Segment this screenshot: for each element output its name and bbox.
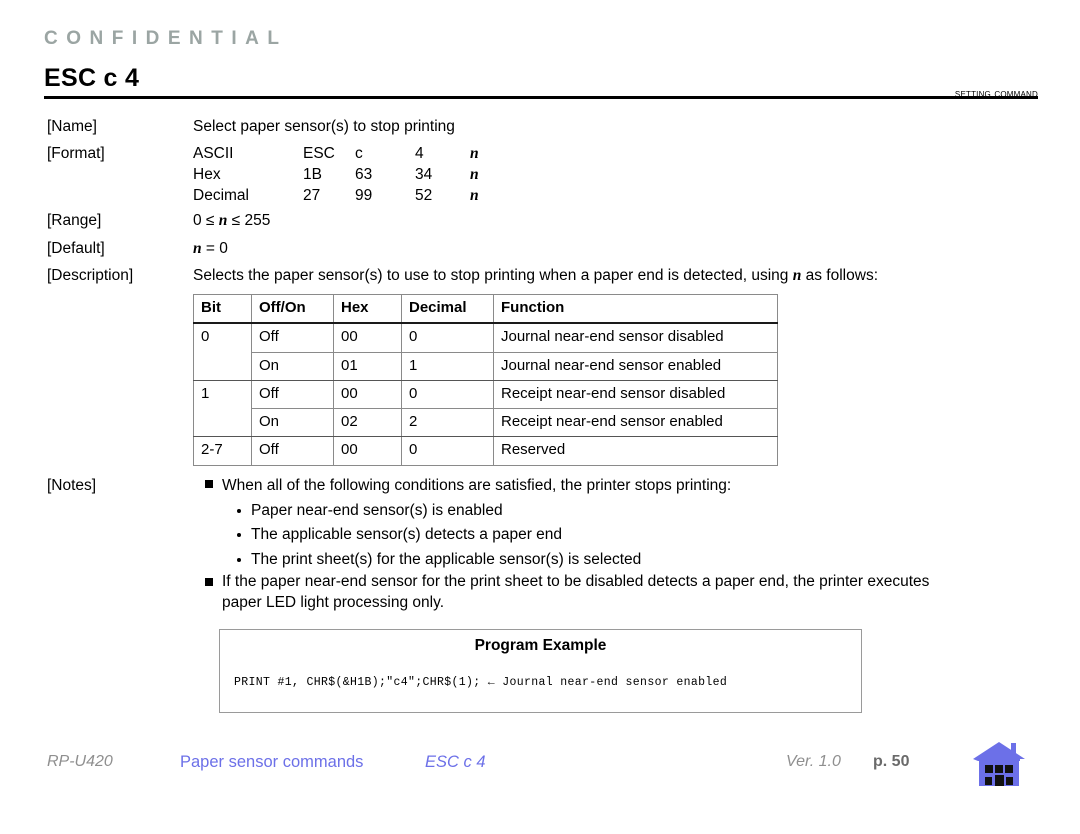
dot-bullet-icon: [237, 509, 241, 513]
header-divider: [44, 96, 1038, 99]
cell-hex: 02: [333, 407, 402, 438]
format-hex-b1: 1B: [303, 166, 322, 183]
format-row-ascii: ASCII ESC c 4 n: [193, 145, 479, 163]
cell-bit: [193, 408, 252, 438]
format-decimal-b3: 52: [415, 187, 433, 204]
cell-function: Receipt near-end sensor enabled: [493, 407, 778, 438]
footer-page-number: p. 50: [873, 753, 910, 770]
format-label: [Format]: [47, 145, 105, 162]
description-text-pre: Selects the paper sensor(s) to use to st…: [193, 267, 793, 284]
note-subitem-3: The print sheet(s) for the applicable se…: [251, 551, 642, 568]
table-header-row: Bit Off/On Hex Decimal Function: [193, 294, 778, 325]
page-title: ESC c 4: [44, 64, 139, 93]
cell-decimal: 0: [401, 379, 494, 410]
description-label: [Description]: [47, 267, 134, 284]
home-icon[interactable]: [972, 740, 1028, 790]
cell-decimal: 2: [401, 407, 494, 438]
dot-bullet-icon: [237, 533, 241, 537]
cell-offon: On: [251, 351, 334, 381]
note-subitem-2: The applicable sensor(s) detects a paper…: [251, 526, 563, 543]
format-ascii-b3: 4: [415, 145, 424, 162]
cell-hex: 00: [333, 322, 402, 353]
format-hex-b2: 63: [355, 166, 373, 183]
cell-function: Journal near-end sensor disabled: [493, 322, 778, 353]
table-row: On 01 1 Journal near-end sensor enabled: [193, 351, 778, 381]
format-decimal-b4: n: [470, 187, 479, 204]
column-header-offon: Off/On: [251, 294, 334, 325]
format-ascii-b4: n: [470, 145, 479, 162]
format-type-decimal: Decimal: [193, 187, 249, 204]
section-category-label: SETTING COMMAND: [954, 88, 1038, 100]
square-bullet-icon: [205, 578, 213, 586]
cell-offon: Off: [251, 379, 334, 410]
bit-definition-table: Bit Off/On Hex Decimal Function 0 Off 00…: [193, 294, 778, 466]
table-row: 2-7 Off 00 0 Reserved: [193, 436, 778, 466]
cell-bit: 0: [193, 322, 252, 352]
default-variable: n: [193, 240, 202, 257]
cell-hex: 00: [333, 379, 402, 410]
program-example-code: PRINT #1, CHR$(&H1B);"c4";CHR$(1); ← Jou…: [234, 676, 728, 689]
column-header-function: Function: [493, 294, 778, 325]
default-value: n = 0: [193, 240, 228, 258]
table-row: On 02 2 Receipt near-end sensor enabled: [193, 407, 778, 438]
format-row-decimal: Decimal 27 99 52 n: [193, 187, 479, 205]
footer-command-link[interactable]: ESC c 4: [425, 753, 486, 772]
footer-version: Ver. 1.0: [786, 753, 841, 770]
default-suffix: = 0: [201, 240, 228, 257]
dot-bullet-icon: [237, 558, 241, 562]
column-header-hex: Hex: [333, 294, 402, 325]
note-item-2-line2: paper LED light processing only.: [222, 594, 445, 611]
range-suffix: ≤ 255: [227, 212, 271, 229]
format-hex-b4: n: [470, 166, 479, 183]
cell-bit: 2-7: [193, 436, 252, 466]
cell-decimal: 1: [401, 351, 494, 381]
format-type-hex: Hex: [193, 166, 221, 183]
format-ascii-b2: c: [355, 145, 363, 162]
format-decimal-b1: 27: [303, 187, 321, 204]
cell-offon: On: [251, 407, 334, 438]
cell-function: Reserved: [493, 436, 778, 466]
notes-label: [Notes]: [47, 477, 97, 494]
program-example-title: Program Example: [474, 637, 607, 654]
table-row: 0 Off 00 0 Journal near-end sensor disab…: [193, 322, 778, 353]
range-label: [Range]: [47, 212, 102, 229]
range-prefix: 0 ≤: [193, 212, 219, 229]
footer-section-link[interactable]: Paper sensor commands: [180, 753, 363, 772]
cell-hex: 01: [333, 351, 402, 381]
description-text-post: as follows:: [801, 267, 878, 284]
table-row: 1 Off 00 0 Receipt near-end sensor disab…: [193, 379, 778, 410]
note-item-1: When all of the following conditions are…: [222, 477, 732, 494]
column-header-bit: Bit: [193, 294, 252, 325]
page-title-text: ESC c 4: [44, 64, 140, 92]
column-header-decimal: Decimal: [401, 294, 494, 325]
cell-hex: 00: [333, 436, 402, 466]
default-label: [Default]: [47, 240, 105, 257]
cell-offon: Off: [251, 436, 334, 466]
format-row-hex: Hex 1B 63 34 n: [193, 166, 479, 184]
name-value: Select paper sensor(s) to stop printing: [193, 118, 455, 135]
format-ascii-b1: ESC: [303, 145, 335, 162]
cell-decimal: 0: [401, 436, 494, 466]
cell-function: Journal near-end sensor enabled: [493, 351, 778, 381]
cell-bit: 1: [193, 379, 252, 409]
format-decimal-b2: 99: [355, 187, 373, 204]
name-label: [Name]: [47, 118, 97, 135]
cell-function: Receipt near-end sensor disabled: [493, 379, 778, 410]
cell-bit: [193, 352, 252, 381]
square-bullet-icon: [205, 480, 213, 488]
cell-decimal: 0: [401, 322, 494, 353]
note-subitem-1: Paper near-end sensor(s) is enabled: [251, 502, 503, 519]
format-type-ascii: ASCII: [193, 145, 234, 162]
range-value: 0 ≤ n ≤ 255: [193, 212, 270, 230]
cell-offon: Off: [251, 322, 334, 353]
program-example-box: Program Example PRINT #1, CHR$(&H1B);"c4…: [219, 629, 862, 713]
confidential-watermark: CONFIDENTIAL: [44, 28, 288, 49]
note-item-2-line1: If the paper near-end sensor for the pri…: [222, 573, 930, 590]
footer-model: RP-U420: [47, 753, 113, 770]
format-hex-b3: 34: [415, 166, 433, 183]
document-page: CONFIDENTIAL ESC c 4 SETTING COMMAND [Na…: [0, 0, 1080, 834]
description-value: Selects the paper sensor(s) to use to st…: [193, 267, 878, 285]
